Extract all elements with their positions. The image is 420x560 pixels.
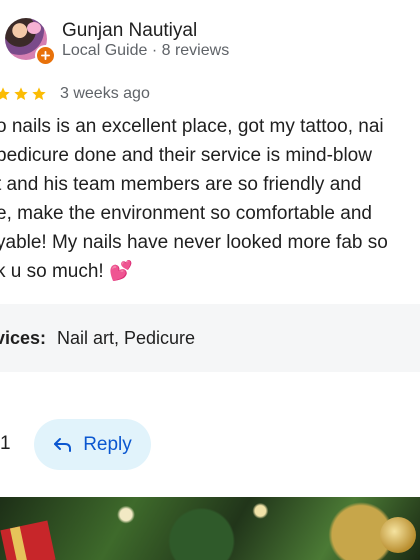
like-count: 1 <box>0 433 11 454</box>
star-icon <box>0 87 10 100</box>
reply-button[interactable]: Reply <box>34 419 151 470</box>
review-text-line: k u so much! 💕 <box>0 261 133 282</box>
reply-label: Reply <box>83 433 132 455</box>
local-guide-badge-icon <box>35 45 56 66</box>
review-card: Gunjan Nautiyal Local Guide · 8 reviews … <box>0 0 420 560</box>
avatar-flower-detail <box>27 22 41 34</box>
review-photo[interactable] <box>0 497 420 560</box>
review-text-line: pedicure done and their service is mind-… <box>0 145 372 166</box>
review-text: o nails is an excellent place, got my ta… <box>0 112 420 286</box>
review-text-line: o nails is an excellent place, got my ta… <box>0 116 384 137</box>
services-section: rvices: Nail art, Pedicure <box>0 304 420 372</box>
star-icon <box>32 87 46 100</box>
services-value: Nail art, Pedicure <box>57 327 196 348</box>
reply-arrow-icon <box>54 437 72 452</box>
star-icon <box>14 87 28 100</box>
review-time: 3 weeks ago <box>60 85 150 102</box>
review-text-line: yable! My nails have never looked more f… <box>0 232 388 253</box>
review-text-line: e, make the environment so comfortable a… <box>0 203 372 224</box>
reviewer-name[interactable]: Gunjan Nautiyal <box>62 20 197 42</box>
rating-stars <box>0 83 47 105</box>
services-label: rvices: <box>0 327 47 348</box>
photo-ornament-detail <box>380 517 416 553</box>
photo-gift-detail <box>0 520 56 560</box>
plus-icon <box>41 51 50 60</box>
review-text-line: t and his team members are so friendly a… <box>0 174 362 195</box>
reviewer-meta: Local Guide · 8 reviews <box>62 42 230 59</box>
